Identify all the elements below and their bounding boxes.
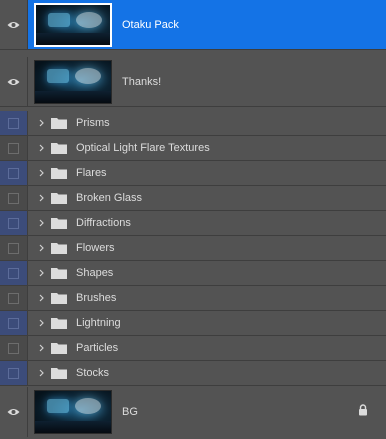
visibility-toggle[interactable]	[0, 286, 28, 310]
chevron-right-icon[interactable]	[34, 294, 48, 302]
visibility-toggle[interactable]	[0, 361, 28, 385]
folder-icon	[51, 143, 67, 154]
visibility-toggle[interactable]	[0, 161, 28, 185]
chevron-right-icon[interactable]	[34, 119, 48, 127]
chevron-right-icon[interactable]	[34, 369, 48, 377]
visibility-toggle[interactable]	[0, 136, 28, 160]
layers-panel: Otaku Pack Thanks! Prisms Optical Light …	[0, 0, 386, 439]
group-name[interactable]: Flowers	[76, 242, 115, 254]
group-name[interactable]: Broken Glass	[76, 192, 142, 204]
layer-row-otaku-pack[interactable]: Otaku Pack	[0, 0, 386, 50]
group-name[interactable]: Flares	[76, 167, 107, 179]
layer-name[interactable]: BG	[122, 406, 138, 418]
group-row-optical-light-flare-textures[interactable]: Optical Light Flare Textures	[0, 136, 386, 161]
visibility-toggle[interactable]	[0, 336, 28, 360]
visibility-toggle[interactable]	[0, 111, 28, 135]
eye-icon	[7, 21, 20, 28]
folder-icon	[51, 218, 67, 229]
folder-icon	[51, 268, 67, 279]
visibility-toggle[interactable]	[0, 0, 28, 49]
eye-icon	[7, 409, 20, 415]
folder-icon	[51, 293, 67, 304]
eye-icon	[7, 78, 20, 85]
group-row-shapes[interactable]: Shapes	[0, 261, 386, 286]
group-name[interactable]: Stocks	[76, 367, 109, 379]
group-row-flowers[interactable]: Flowers	[0, 236, 386, 261]
group-row-broken-glass[interactable]: Broken Glass	[0, 186, 386, 211]
folder-icon	[51, 168, 67, 179]
folder-icon	[51, 343, 67, 354]
layer-row-thanks[interactable]: Thanks!	[0, 57, 386, 107]
group-row-flares[interactable]: Flares	[0, 161, 386, 186]
visibility-toggle[interactable]	[0, 387, 28, 437]
group-row-diffractions[interactable]: Diffractions	[0, 211, 386, 236]
visibility-toggle[interactable]	[0, 57, 28, 106]
group-name[interactable]: Diffractions	[76, 217, 131, 229]
group-name[interactable]: Optical Light Flare Textures	[76, 142, 210, 154]
folder-icon	[51, 243, 67, 254]
chevron-right-icon[interactable]	[34, 169, 48, 177]
chevron-right-icon[interactable]	[34, 244, 48, 252]
chevron-right-icon[interactable]	[34, 319, 48, 327]
layer-name[interactable]: Thanks!	[122, 76, 161, 88]
group-row-stocks[interactable]: Stocks	[0, 361, 386, 386]
folder-icon	[51, 318, 67, 329]
visibility-toggle[interactable]	[0, 186, 28, 210]
group-name[interactable]: Shapes	[76, 267, 113, 279]
layer-thumbnail[interactable]	[34, 390, 112, 434]
group-row-lightning[interactable]: Lightning	[0, 311, 386, 336]
group-row-brushes[interactable]: Brushes	[0, 286, 386, 311]
visibility-toggle[interactable]	[0, 236, 28, 260]
folder-icon	[51, 193, 67, 204]
group-row-prisms[interactable]: Prisms	[0, 111, 386, 136]
group-name[interactable]: Brushes	[76, 292, 116, 304]
lock-icon[interactable]	[358, 404, 368, 416]
folder-icon	[51, 118, 67, 129]
chevron-right-icon[interactable]	[34, 194, 48, 202]
group-row-particles[interactable]: Particles	[0, 336, 386, 361]
layer-thumbnail[interactable]	[34, 59, 112, 104]
chevron-right-icon[interactable]	[34, 144, 48, 152]
chevron-right-icon[interactable]	[34, 219, 48, 227]
group-name[interactable]: Lightning	[76, 317, 121, 329]
group-name[interactable]: Particles	[76, 342, 118, 354]
visibility-toggle[interactable]	[0, 211, 28, 235]
visibility-toggle[interactable]	[0, 261, 28, 285]
folder-icon	[51, 368, 67, 379]
chevron-right-icon[interactable]	[34, 269, 48, 277]
layer-name[interactable]: Otaku Pack	[122, 19, 179, 31]
visibility-toggle[interactable]	[0, 311, 28, 335]
layer-thumbnail[interactable]	[34, 2, 112, 47]
chevron-right-icon[interactable]	[34, 344, 48, 352]
group-name[interactable]: Prisms	[76, 117, 110, 129]
layer-row-bg[interactable]: BG	[0, 387, 386, 437]
